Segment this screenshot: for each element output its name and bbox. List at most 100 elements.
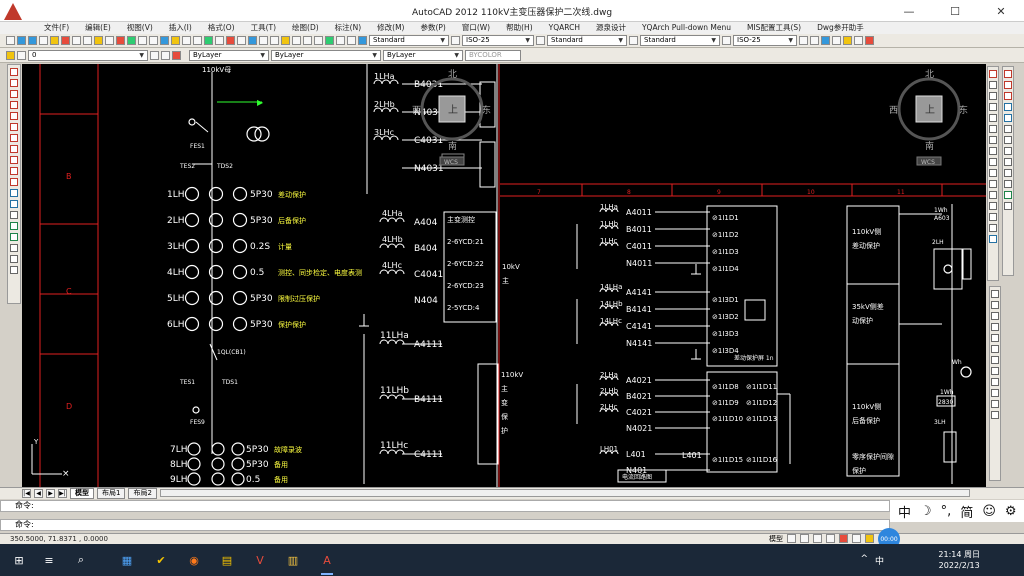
horizontal-scrollbar[interactable] — [160, 489, 970, 497]
field-icon[interactable] — [270, 36, 279, 45]
ime-simplified-toggle[interactable]: 简 — [960, 502, 973, 521]
ime-punct-toggle[interactable]: °, — [941, 504, 952, 519]
dim-style-icon[interactable] — [451, 36, 460, 45]
tray-input-icon[interactable]: 中 — [875, 554, 884, 567]
pan-icon[interactable] — [138, 36, 147, 45]
copy-obj-icon[interactable] — [989, 81, 997, 89]
cut-icon[interactable] — [72, 36, 81, 45]
circle-icon[interactable] — [10, 134, 18, 142]
tab-layout1[interactable]: 布局1 — [97, 488, 126, 499]
table-draw-icon[interactable] — [10, 255, 18, 263]
text-style-select[interactable]: Standard ▼ — [369, 35, 449, 46]
move-icon[interactable] — [989, 125, 997, 133]
array-icon[interactable] — [989, 114, 997, 122]
menu-item-1[interactable]: 编辑(E) — [77, 22, 119, 34]
redo-icon[interactable] — [127, 36, 136, 45]
markup-icon[interactable] — [292, 36, 301, 45]
help-icon[interactable] — [193, 36, 202, 45]
text-a-icon[interactable] — [799, 36, 808, 45]
region-draw-icon[interactable] — [10, 244, 18, 252]
menu-item-6[interactable]: 绘图(D) — [284, 22, 327, 34]
app-v-icon[interactable]: V — [251, 551, 269, 569]
plot-preview-icon[interactable] — [50, 36, 59, 45]
erase-icon[interactable] — [989, 70, 997, 78]
menu-item-5[interactable]: 工具(T) — [243, 22, 284, 34]
menu-item-7[interactable]: 标注(N) — [327, 22, 369, 34]
linetype-select[interactable]: ByLayer ▼ — [271, 49, 381, 61]
copy-icon[interactable] — [83, 36, 92, 45]
minimize-button[interactable]: — — [886, 0, 932, 22]
design-center-icon[interactable] — [171, 36, 180, 45]
line-icon[interactable] — [10, 68, 18, 76]
snap-perp-icon[interactable] — [1004, 136, 1012, 144]
menu-item-16[interactable]: Dwg参开助手 — [809, 22, 872, 34]
dim-style2-icon[interactable] — [722, 36, 731, 45]
dim-diameter-icon[interactable] — [991, 356, 999, 364]
table-style-icon[interactable] — [536, 36, 545, 45]
snap-nearest-icon[interactable] — [1004, 180, 1012, 188]
mtext-icon[interactable] — [10, 266, 18, 274]
xref-icon[interactable] — [248, 36, 257, 45]
layer-previous-icon[interactable] — [161, 50, 170, 60]
mleader-style-icon[interactable] — [629, 36, 638, 45]
scale-icon[interactable] — [989, 147, 997, 155]
gradient-icon[interactable] — [10, 233, 18, 241]
plotstyle-select[interactable]: BYCOLOR — [465, 49, 521, 61]
next-tab-icon[interactable]: ▶ — [46, 489, 55, 498]
dim-jogged-icon[interactable] — [991, 345, 999, 353]
region-icon[interactable] — [347, 36, 356, 45]
maximize-button[interactable]: ☐ — [932, 0, 978, 22]
dim-aligned-icon[interactable] — [991, 301, 999, 309]
zoom-status-icon[interactable] — [826, 534, 835, 543]
text-a2-icon[interactable] — [810, 36, 819, 45]
insert-block-icon[interactable] — [10, 189, 18, 197]
justify-icon[interactable] — [865, 36, 874, 45]
quick-calc-icon[interactable] — [204, 36, 213, 45]
pan-status-icon[interactable] — [813, 534, 822, 543]
close-button[interactable]: ✕ — [978, 0, 1024, 22]
ellipse-arc-icon[interactable] — [10, 178, 18, 186]
dist-icon[interactable] — [303, 36, 312, 45]
save-icon[interactable] — [28, 36, 37, 45]
dim-linear-icon[interactable] — [991, 290, 999, 298]
tool-palette-icon[interactable] — [182, 36, 191, 45]
properties-icon[interactable] — [160, 36, 169, 45]
print-icon[interactable] — [39, 36, 48, 45]
file-explorer-icon[interactable]: ▥ — [284, 551, 302, 569]
annotation-scale-icon[interactable] — [839, 534, 848, 543]
join-icon[interactable] — [989, 202, 997, 210]
menu-item-11[interactable]: 帮助(H) — [498, 22, 541, 34]
snap-center-icon[interactable] — [1004, 103, 1012, 111]
todo-icon[interactable]: ✔ — [152, 551, 170, 569]
make-block-icon[interactable] — [10, 200, 18, 208]
ellipse-icon[interactable] — [10, 167, 18, 175]
polygon-icon[interactable] — [10, 101, 18, 109]
task-view-icon[interactable]: ≡ — [40, 551, 58, 569]
drawing-canvas[interactable]: B C D × Y 110kV母 ▶ FES1 TES2 TDS2 1LH 5P30 差动保护 2LH 5P… — [22, 64, 986, 487]
stretch-icon[interactable] — [989, 158, 997, 166]
hatch-icon[interactable] — [10, 222, 18, 230]
dim-style-select[interactable]: ISO-25 ▼ — [462, 35, 534, 46]
workspace-icon[interactable] — [852, 534, 861, 543]
dim-baseline-icon[interactable] — [991, 389, 999, 397]
mleader-style-select[interactable]: Standard ▼ — [640, 35, 720, 46]
layer-select[interactable]: 0 ▼ — [28, 49, 148, 61]
open-file-icon[interactable] — [17, 36, 26, 45]
menu-item-8[interactable]: 修改(M) — [369, 22, 412, 34]
tab-layout2[interactable]: 布局2 — [128, 488, 157, 499]
spline-icon[interactable] — [10, 156, 18, 164]
spell-icon[interactable] — [843, 36, 852, 45]
block-icon[interactable] — [215, 36, 224, 45]
break-icon[interactable] — [989, 191, 997, 199]
match-prop-icon[interactable] — [105, 36, 114, 45]
text-style-icon[interactable] — [358, 36, 367, 45]
first-tab-icon[interactable]: |◀ — [22, 489, 31, 498]
menu-item-14[interactable]: YQArch Pull-down Menu — [634, 22, 739, 34]
quick-view-drawings-icon[interactable] — [800, 534, 809, 543]
dim-angular-icon[interactable] — [991, 367, 999, 375]
dim-ordinate-icon[interactable] — [991, 323, 999, 331]
ime-moon-icon[interactable]: ☽ — [920, 504, 932, 519]
dim-continue-icon[interactable] — [991, 400, 999, 408]
sheetset-icon[interactable] — [281, 36, 290, 45]
paste-icon[interactable] — [94, 36, 103, 45]
